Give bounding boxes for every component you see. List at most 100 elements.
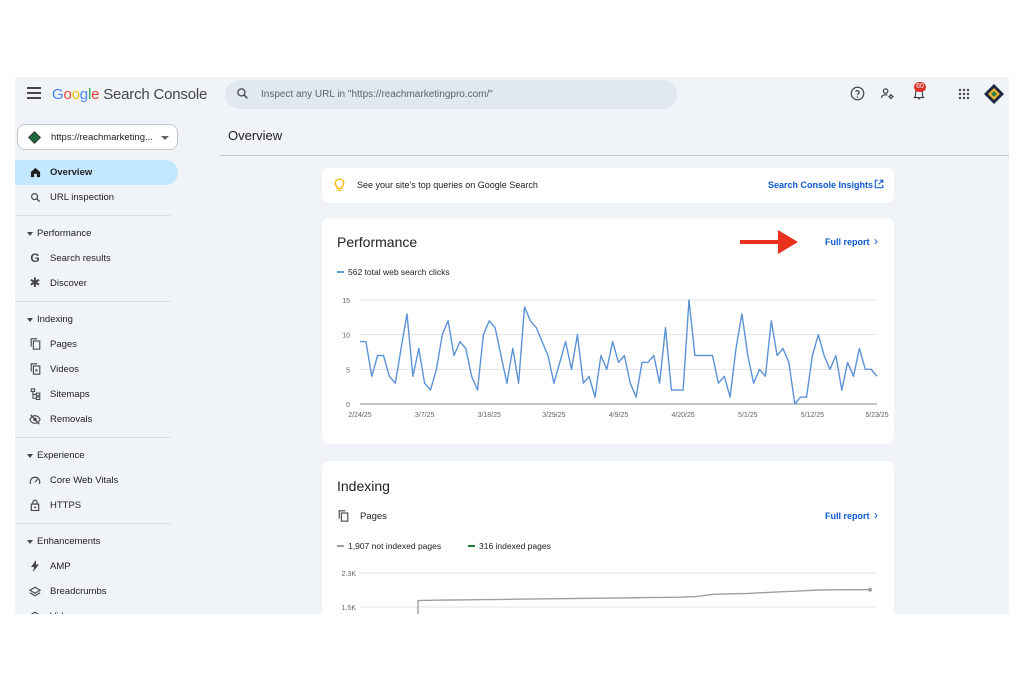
sitemap-icon: [29, 388, 41, 400]
url-inspect-input[interactable]: [261, 80, 661, 109]
user-settings-icon[interactable]: [880, 86, 895, 101]
help-icon[interactable]: [850, 86, 865, 101]
sidebar-item-label: Removals: [50, 414, 93, 425]
open-external-icon[interactable]: [874, 179, 884, 189]
collapse-caret-icon: [27, 232, 33, 236]
x-tick-label: 5/12/25: [801, 412, 824, 419]
lightbulb-icon: [334, 178, 345, 192]
sidebar-item-amp[interactable]: AMP: [15, 554, 185, 579]
tip-text: See your site's top queries on Google Se…: [357, 180, 538, 190]
pages-icon: [29, 338, 41, 350]
clicks-series-line: [360, 299, 878, 405]
sidebar-section-indexing[interactable]: Indexing: [15, 307, 185, 332]
sidebar-item-label: Videos: [50, 364, 79, 375]
y-tick-label: 10: [342, 333, 350, 340]
sidebar-item-url-inspection[interactable]: URL inspection: [15, 185, 185, 210]
y-tick-label: 0: [346, 402, 350, 409]
red-arrow-annotation: [740, 230, 798, 254]
x-tick-label: 3/29/25: [542, 412, 565, 419]
x-tick-label: 5/1/25: [738, 412, 758, 419]
insights-tip-card: See your site's top queries on Google Se…: [322, 168, 894, 203]
legend-swatch: [337, 545, 344, 547]
sidebar-item-search-results[interactable]: G Search results: [15, 246, 185, 271]
performance-line-chart: 0 5 10 15 2/24/25 3/7/25 3/18/25 3/29/25 4/9/25 4…: [342, 298, 889, 419]
sidebar-section-experience[interactable]: Experience: [15, 443, 185, 468]
asterisk-icon: ✱: [29, 275, 41, 290]
search-console-insights-link[interactable]: Search Console Insights: [768, 180, 873, 190]
header-divider: [220, 155, 1009, 156]
sidebar-item-sitemaps[interactable]: Sitemaps: [15, 382, 185, 407]
collapse-caret-icon: [27, 454, 33, 458]
account-avatar[interactable]: [984, 84, 1004, 104]
sidebar-item-label: Indexing: [37, 314, 73, 325]
home-icon: [29, 166, 41, 178]
logo-letter: G: [52, 86, 64, 103]
sidebar-item-overview[interactable]: Overview: [15, 160, 178, 185]
menu-icon[interactable]: [27, 87, 41, 99]
pages-icon: [338, 510, 349, 522]
page-title: Overview: [228, 128, 283, 143]
lock-icon: [29, 499, 41, 511]
notification-count-badge: 60: [914, 82, 926, 92]
sidebar-item-label: Overview: [50, 167, 93, 178]
performance-full-report-link[interactable]: Full report: [825, 237, 870, 247]
not-indexed-legend-label: 1,907 not indexed pages: [348, 541, 442, 551]
indexed-legend-label: 316 indexed pages: [479, 541, 551, 551]
sidebar-nav: Overview URL inspection Performance G Search…: [15, 160, 185, 614]
indexing-pages-label: Pages: [360, 511, 387, 522]
sidebar-item-label: Core Web Vitals: [50, 475, 119, 486]
performance-title: Performance: [337, 234, 418, 250]
performance-card: Performance Full report › 562 total web …: [322, 218, 894, 444]
sidebar-item-videos[interactable]: Videos: [15, 357, 185, 382]
google-g-icon: G: [30, 251, 40, 265]
bolt-icon: [29, 560, 41, 572]
sidebar-item-discover[interactable]: ✱ Discover: [15, 271, 185, 296]
sidebar-item-label: Search results: [50, 253, 111, 264]
collapse-caret-icon: [27, 540, 33, 544]
search-icon: [237, 88, 248, 99]
logo-letter: g: [79, 86, 88, 103]
property-url: https://reachmarketing...: [51, 132, 153, 143]
layers-icon: [29, 585, 41, 597]
eye-off-icon: [29, 413, 41, 425]
not-indexed-series-line: [417, 589, 870, 614]
sidebar-item-pages[interactable]: Pages: [15, 332, 185, 357]
sidebar-item-removals[interactable]: Removals: [15, 407, 185, 432]
sidebar-item-label: HTTPS: [50, 500, 82, 511]
sidebar-item-label: Enhancements: [37, 536, 101, 547]
property-selector[interactable]: https://reachmarketing...: [17, 124, 178, 150]
sidebar-item-https[interactable]: HTTPS: [15, 493, 185, 518]
clicks-legend: 562 total web search clicks: [337, 267, 450, 277]
sidebar-divider: [15, 523, 170, 524]
x-tick-label: 5/23/25: [865, 412, 888, 419]
logo-letter: e: [91, 86, 100, 103]
sidebar-item-label: AMP: [50, 561, 71, 572]
collapse-caret-icon: [27, 318, 33, 322]
x-tick-label: 3/7/25: [415, 412, 435, 419]
search-icon: [29, 191, 41, 203]
sidebar-item-videos[interactable]: Videos: [15, 604, 185, 614]
top-bar: Google Search Console 60: [15, 77, 1009, 113]
apps-grid-icon[interactable]: [958, 88, 970, 100]
gauge-icon: [29, 474, 41, 486]
indexing-full-report-link[interactable]: Full report: [825, 511, 870, 521]
legend-swatch: [468, 545, 475, 547]
chevron-right-icon[interactable]: ›: [874, 234, 878, 248]
sidebar-item-label: Experience: [37, 450, 85, 461]
legend-swatch: [337, 271, 344, 273]
layers-icon: [29, 610, 41, 614]
sidebar-section-enhancements[interactable]: Enhancements: [15, 529, 185, 554]
sidebar-section-performance[interactable]: Performance: [15, 221, 185, 246]
series-end-point: [868, 587, 872, 592]
y-tick-label: 2.3K: [342, 571, 357, 578]
sidebar-divider: [15, 215, 170, 216]
sidebar-item-breadcrumbs[interactable]: Breadcrumbs: [15, 579, 185, 604]
url-inspect-search-bar[interactable]: [225, 80, 677, 109]
chevron-right-icon[interactable]: ›: [874, 508, 878, 522]
x-tick-label: 2/24/25: [348, 412, 371, 419]
logo-letter: o: [71, 86, 80, 103]
sidebar-divider: [15, 301, 170, 302]
sidebar-item-label: Sitemaps: [50, 389, 90, 400]
app-logo[interactable]: Google Search Console: [52, 86, 207, 103]
sidebar-item-core-web-vitals[interactable]: Core Web Vitals: [15, 468, 185, 493]
